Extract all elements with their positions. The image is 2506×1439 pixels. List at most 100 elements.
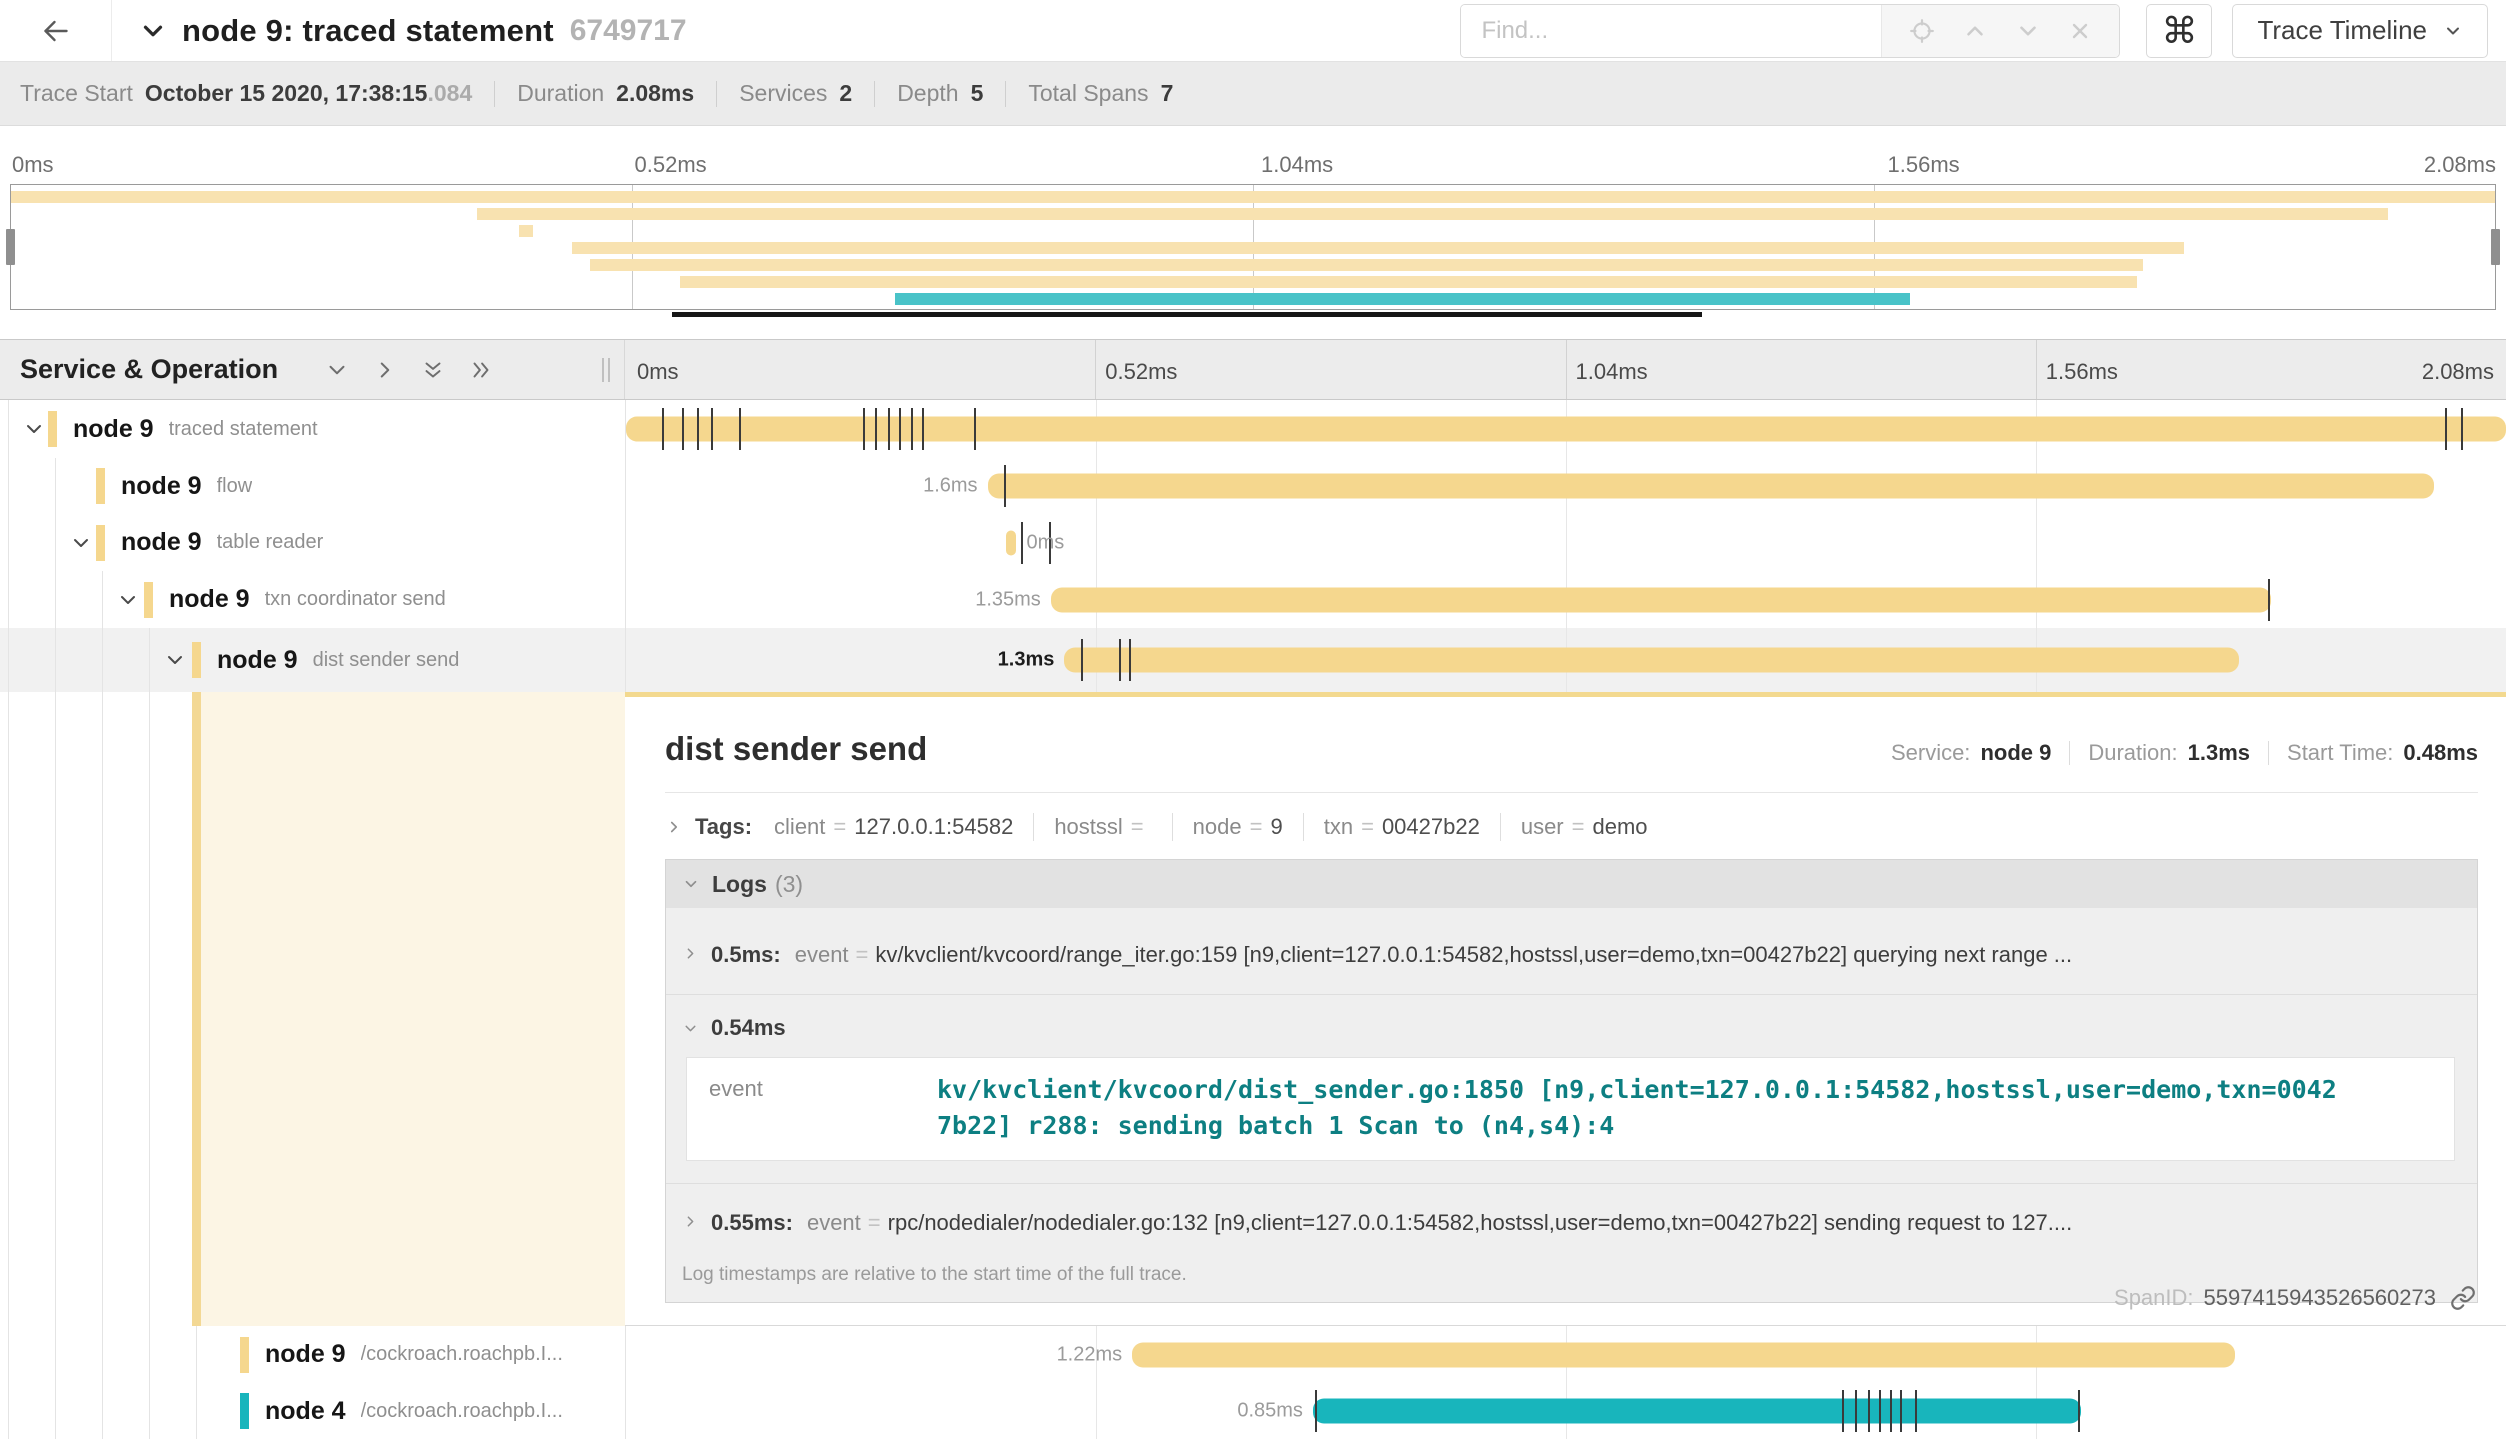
tag-txn: txn=00427b22 (1324, 814, 1480, 840)
tags-row[interactable]: Tags: client=127.0.0.1:54582 hostssl= no… (665, 813, 2478, 841)
minimap-scrubber[interactable] (672, 312, 1702, 317)
trace-summary-bar: Trace Start October 15 2020, 17:38:15 .0… (0, 62, 2506, 126)
indent-guide-line (102, 1383, 103, 1439)
tag-node: node=9 (1193, 814, 1283, 840)
logs-header[interactable]: Logs (3) (666, 860, 2477, 908)
services-stat: Services 2 (739, 80, 852, 107)
indent-guide-line (149, 1383, 150, 1439)
locate-match-button[interactable] (1909, 18, 1935, 44)
column-resizer-handle[interactable] (602, 358, 610, 382)
selected-span-focus-fill (201, 692, 625, 1326)
operation-name: traced statement (169, 418, 318, 441)
log-event-tick (1119, 639, 1121, 681)
find-input[interactable] (1461, 5, 1881, 57)
divider (1303, 813, 1304, 841)
keyboard-shortcuts-button[interactable]: ⌘ (2146, 4, 2212, 58)
minimap-right-handle[interactable] (2491, 229, 2500, 265)
duration-stat: Duration 2.08ms (517, 80, 694, 107)
crosshair-icon (1909, 18, 1935, 44)
back-button[interactable] (0, 0, 112, 61)
log-event-tick (888, 408, 890, 450)
log-event-tick (1879, 1390, 1881, 1432)
log-row-0.54ms-expanded: 0.54ms event kv/kvclient/kvcoord/dist_se… (666, 994, 2477, 1183)
span-id-value: 5597415943526560273 (2204, 1285, 2436, 1311)
collapse-trace-chevron[interactable] (138, 16, 168, 46)
chevron-down-icon (116, 588, 140, 612)
collapse-one-button[interactable] (324, 357, 350, 383)
tag-user: user=demo (1521, 814, 1648, 840)
span-row-table-reader[interactable]: node 9 table reader 0ms (0, 514, 2506, 571)
span-bar[interactable] (988, 474, 2434, 499)
span-row-txn-coordinator-send[interactable]: node 9 txn coordinator send 1.35ms (0, 571, 2506, 628)
indent-guide-line (8, 628, 9, 692)
span-tree-cell: node 4 /cockroach.roachpb.I... (0, 1383, 625, 1439)
next-match-button[interactable] (2015, 18, 2041, 44)
chevron-right-icon (682, 945, 699, 962)
chevron-down-icon (682, 1020, 699, 1037)
span-timeline-cell[interactable]: 0.85ms (625, 1383, 2506, 1439)
log-field-table: event kv/kvclient/kvcoord/dist_sender.go… (686, 1057, 2455, 1161)
command-icon: ⌘ (2161, 10, 2197, 52)
span-bar[interactable] (1313, 1399, 2081, 1424)
collapse-all-button[interactable] (420, 357, 446, 383)
trace-id: 6749717 (570, 14, 687, 48)
span-timeline-cell[interactable]: 0ms (625, 514, 2506, 571)
indent-guide-line (8, 1326, 9, 1383)
log-field-value: kv/kvclient/kvcoord/dist_sender.go:1850 … (937, 1058, 2349, 1160)
detail-span-title: dist sender send (665, 730, 927, 768)
span-row-traced-statement[interactable]: node 9 traced statement (0, 400, 2506, 458)
span-row-dist-sender-send[interactable]: node 9 dist sender send 1.3ms (0, 628, 2506, 692)
expand-all-button[interactable] (468, 357, 494, 383)
divider (874, 81, 875, 107)
chevron-up-icon (1962, 18, 1988, 44)
tick-label: 1.04ms (1261, 152, 1333, 178)
span-bar[interactable] (1006, 530, 1017, 555)
minimap-canvas[interactable] (10, 184, 2496, 310)
span-bar[interactable] (1051, 587, 2271, 612)
minimap-span-bar (519, 225, 533, 237)
indent-guide-line (102, 628, 103, 692)
span-timeline-cell[interactable]: 1.35ms (625, 571, 2506, 628)
service-name: node 4 (265, 1397, 346, 1426)
log-event-tick (2268, 579, 2270, 621)
app-header: node 9: traced statement 6749717 (0, 0, 2506, 62)
log-row-0.55ms[interactable]: 0.55ms: event = rpc/nodedialer/nodediale… (666, 1183, 2477, 1258)
span-name-wrap: node 4 /cockroach.roachpb.I... (0, 1383, 625, 1439)
collapse-span-chevron[interactable] (116, 588, 140, 612)
expanded-log-header[interactable]: 0.54ms (682, 1015, 2459, 1041)
log-event-tick (899, 408, 901, 450)
span-timeline-cell[interactable]: 1.3ms (625, 628, 2506, 692)
indent-guide-line (55, 571, 56, 628)
indent-guide-line (55, 1383, 56, 1439)
span-bar[interactable] (626, 417, 2506, 442)
span-bar[interactable] (1064, 648, 2239, 673)
trace-view-selector[interactable]: Trace Timeline (2232, 4, 2488, 58)
collapse-span-chevron[interactable] (22, 417, 46, 441)
minimap-left-handle[interactable] (6, 229, 15, 265)
detail-meta: Service: node 9 Duration: 1.3ms Start Ti… (1891, 740, 2478, 766)
operation-name: flow (217, 475, 253, 498)
tag-hostssl: hostssl= (1054, 814, 1151, 840)
collapse-span-chevron[interactable] (163, 648, 187, 672)
span-row-node4-roachpb[interactable]: node 4 /cockroach.roachpb.I... 0.85ms (0, 1383, 2506, 1439)
clear-find-button[interactable] (2068, 19, 2092, 43)
span-timeline-cell[interactable] (625, 400, 2506, 458)
service-color-chip (240, 1337, 249, 1373)
chevron-right-icon (372, 357, 398, 383)
minimap-tick-labels: 0ms 0.52ms 1.04ms 1.56ms 2.08ms (0, 132, 2506, 182)
collapse-span-chevron[interactable] (69, 531, 93, 555)
span-row-flow[interactable]: node 9 flow 1.6ms (0, 458, 2506, 514)
log-row-0.5ms[interactable]: 0.5ms: event = kv/kvclient/kvcoord/range… (666, 908, 2477, 994)
span-bar[interactable] (1132, 1342, 2235, 1367)
span-timeline-cell[interactable]: 1.22ms (625, 1326, 2506, 1383)
prev-match-button[interactable] (1962, 18, 1988, 44)
deep-link-icon[interactable] (2450, 1285, 2476, 1311)
expand-one-button[interactable] (372, 357, 398, 383)
span-row-node9-roachpb[interactable]: node 9 /cockroach.roachpb.I... 1.22ms (0, 1326, 2506, 1383)
log-event-tick (1855, 1390, 1857, 1432)
service-name: node 9 (121, 472, 202, 501)
axis-tick-label: 0ms (637, 359, 679, 385)
log-event-tick (974, 408, 976, 450)
trace-title-bar: node 9: traced statement 6749717 (138, 13, 1460, 49)
span-timeline-cell[interactable]: 1.6ms (625, 458, 2506, 514)
